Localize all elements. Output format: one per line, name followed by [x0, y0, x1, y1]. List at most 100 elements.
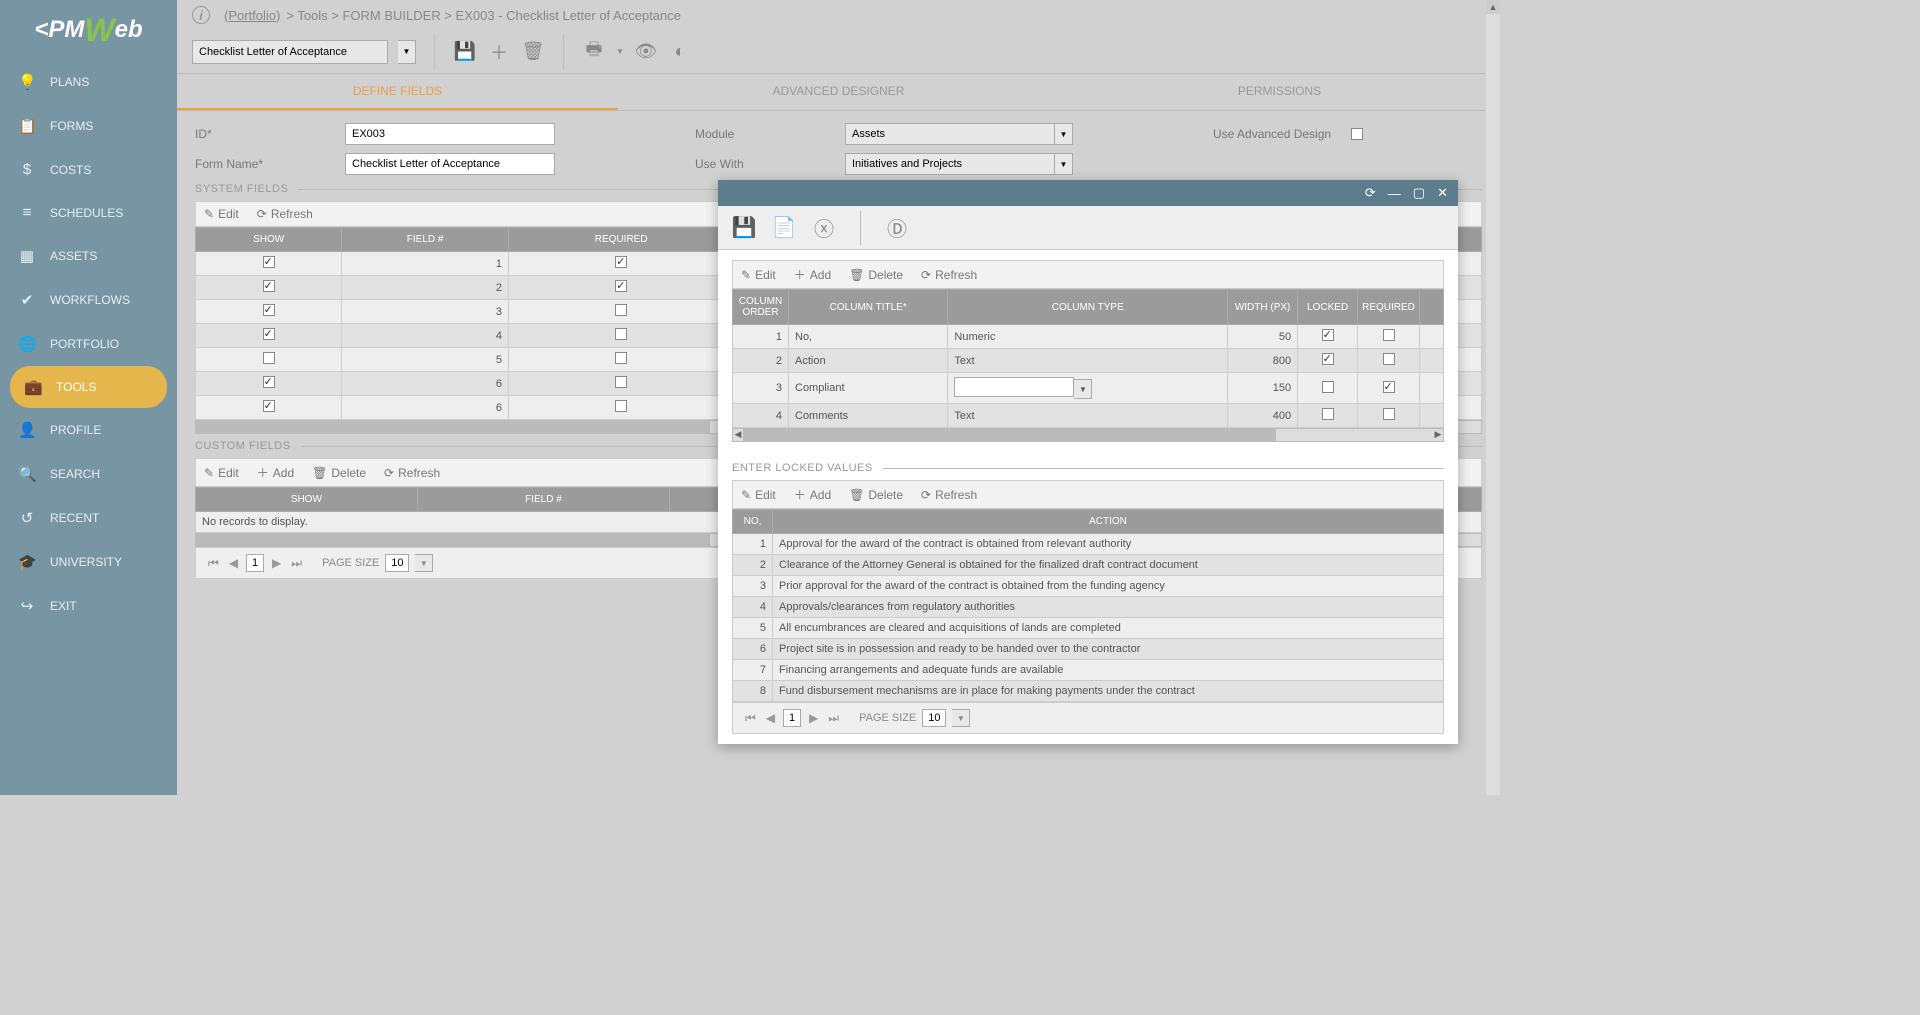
- breadcrumb-root[interactable]: (Portfolio): [224, 8, 280, 23]
- info-icon[interactable]: i: [192, 6, 210, 24]
- required-checkbox[interactable]: [1383, 408, 1395, 420]
- custom-refresh-button[interactable]: ⟳ Refresh: [384, 464, 440, 481]
- delete-icon[interactable]: 🗑: [521, 40, 545, 64]
- modal-cols-delete-button[interactable]: 🗑 Delete: [849, 266, 903, 283]
- modal-refresh-icon[interactable]: ⟳: [1365, 185, 1376, 201]
- sidebar-item-tools[interactable]: 💼TOOLS: [10, 366, 167, 408]
- locked-value-row[interactable]: 3Prior approval for the award of the con…: [733, 576, 1444, 597]
- scroll-up-icon[interactable]: ▲: [1486, 0, 1500, 14]
- show-checkbox[interactable]: [263, 256, 275, 268]
- save-icon[interactable]: 💾: [453, 40, 477, 64]
- locked-checkbox[interactable]: [1322, 381, 1334, 393]
- required-checkbox[interactable]: [1383, 353, 1395, 365]
- sidebar-item-forms[interactable]: 📋FORMS: [0, 104, 177, 148]
- show-checkbox[interactable]: [263, 280, 275, 292]
- pager-first-icon[interactable]: ⏮: [206, 556, 221, 571]
- sidebar-item-exit[interactable]: ↪EXIT: [0, 584, 177, 628]
- modal-pager-last-icon[interactable]: ⏭: [826, 711, 841, 726]
- form-selector-arrow[interactable]: ▼: [398, 40, 416, 64]
- column-row[interactable]: 2ActionText800: [733, 349, 1444, 373]
- pager-prev-icon[interactable]: ◀: [227, 556, 240, 570]
- sidebar-item-assets[interactable]: ▦ASSETS: [0, 234, 177, 278]
- locked-value-row[interactable]: 2Clearance of the Attorney General is ob…: [733, 555, 1444, 576]
- locked-value-row[interactable]: 4Approvals/clearances from regulatory au…: [733, 597, 1444, 618]
- column-row[interactable]: 3Compliant▼150: [733, 373, 1444, 404]
- modal-close-icon[interactable]: ✕: [1437, 185, 1448, 201]
- modal-locked-edit-button[interactable]: ✎ Edit: [741, 486, 776, 503]
- locked-value-row[interactable]: 6Project site is in possession and ready…: [733, 639, 1444, 660]
- modal-cancel-icon[interactable]: ⓧ: [812, 216, 836, 240]
- locked-value-row[interactable]: 7Financing arrangements and adequate fun…: [733, 660, 1444, 681]
- sys-refresh-button[interactable]: ⟳ Refresh: [257, 207, 313, 221]
- locked-checkbox[interactable]: [1322, 329, 1334, 341]
- required-checkbox[interactable]: [615, 376, 627, 388]
- locked-checkbox[interactable]: [1322, 408, 1334, 420]
- tab-permissions[interactable]: PERMISSIONS: [1059, 74, 1500, 110]
- tab-define-fields[interactable]: DEFINE FIELDS: [177, 74, 618, 110]
- locked-value-row[interactable]: 5All encumbrances are cleared and acquis…: [733, 618, 1444, 639]
- modal-export-icon[interactable]: 📄: [772, 216, 796, 240]
- column-type-dropdown-icon[interactable]: ▼: [1074, 379, 1092, 399]
- modal-pager-page-input[interactable]: [783, 709, 801, 727]
- required-checkbox[interactable]: [615, 328, 627, 340]
- required-checkbox[interactable]: [1383, 381, 1395, 393]
- eye-icon[interactable]: 👁: [634, 40, 658, 64]
- modal-page-size-input[interactable]: [922, 709, 946, 727]
- module-input[interactable]: [845, 123, 1055, 145]
- locked-value-row[interactable]: 1Approval for the award of the contract …: [733, 534, 1444, 555]
- sys-edit-button[interactable]: ✎ Edit: [204, 207, 239, 221]
- modal-locked-refresh-button[interactable]: ⟳ Refresh: [921, 486, 977, 503]
- modal-page-size-dropdown-icon[interactable]: ▼: [952, 709, 970, 727]
- modal-pager-prev-icon[interactable]: ◀: [764, 711, 777, 725]
- modal-maximize-icon[interactable]: ▢: [1413, 185, 1425, 201]
- id-input[interactable]: [345, 123, 555, 145]
- custom-delete-button[interactable]: 🗑 Delete: [312, 464, 366, 481]
- sidebar-item-university[interactable]: 🎓UNIVERSITY: [0, 540, 177, 584]
- tab-advanced-designer[interactable]: ADVANCED DESIGNER: [618, 74, 1059, 110]
- show-checkbox[interactable]: [263, 376, 275, 388]
- sidebar-item-recent[interactable]: ↺RECENT: [0, 496, 177, 540]
- sidebar-item-costs[interactable]: $COSTS: [0, 148, 177, 191]
- locked-checkbox[interactable]: [1322, 353, 1334, 365]
- modal-save-icon[interactable]: 💾: [732, 216, 756, 240]
- sidebar-item-schedules[interactable]: ≡SCHEDULES: [0, 191, 177, 234]
- toggle-icon[interactable]: ◐: [668, 40, 692, 64]
- column-row[interactable]: 1No,Numeric50: [733, 325, 1444, 349]
- required-checkbox[interactable]: [615, 400, 627, 412]
- sidebar-item-search[interactable]: 🔍SEARCH: [0, 452, 177, 496]
- pager-last-icon[interactable]: ⏭: [289, 556, 304, 571]
- required-checkbox[interactable]: [615, 352, 627, 364]
- sidebar-item-plans[interactable]: 💡PLANS: [0, 60, 177, 104]
- custom-edit-button[interactable]: ✎ Edit: [204, 464, 239, 481]
- sidebar-item-portfolio[interactable]: 🌐PORTFOLIO: [0, 322, 177, 366]
- advanced-checkbox[interactable]: [1351, 128, 1363, 140]
- column-type-combo[interactable]: [954, 377, 1074, 397]
- name-input[interactable]: [345, 153, 555, 175]
- required-checkbox[interactable]: [615, 280, 627, 292]
- modal-pager-next-icon[interactable]: ▶: [807, 711, 820, 725]
- show-checkbox[interactable]: [263, 304, 275, 316]
- sidebar-item-profile[interactable]: 👤PROFILE: [0, 408, 177, 452]
- right-scrollbar[interactable]: ▲: [1486, 0, 1500, 795]
- modal-minimize-icon[interactable]: —: [1388, 186, 1401, 201]
- print-dropdown-icon[interactable]: ▼: [616, 47, 624, 56]
- module-dropdown-icon[interactable]: ▼: [1055, 123, 1073, 145]
- modal-cols-refresh-button[interactable]: ⟳ Refresh: [921, 266, 977, 283]
- sidebar-item-workflows[interactable]: ✔WORKFLOWS: [0, 278, 177, 322]
- modal-pager-first-icon[interactable]: ⏮: [743, 711, 758, 726]
- show-checkbox[interactable]: [263, 400, 275, 412]
- modal-d-icon[interactable]: Ⓓ: [885, 216, 909, 240]
- modal-cols-add-button[interactable]: ＋ Add: [794, 266, 831, 283]
- pager-page-input[interactable]: [246, 554, 264, 572]
- page-size-dropdown-icon[interactable]: ▼: [415, 554, 433, 572]
- modal-cols-edit-button[interactable]: ✎ Edit: [741, 266, 776, 283]
- locked-value-row[interactable]: 8Fund disbursement mechanisms are in pla…: [733, 681, 1444, 702]
- page-size-input[interactable]: [385, 554, 409, 572]
- pager-next-icon[interactable]: ▶: [270, 556, 283, 570]
- custom-add-button[interactable]: ＋ Add: [257, 464, 294, 481]
- usewith-input[interactable]: [845, 153, 1055, 175]
- modal-cols-scrollbar[interactable]: ◀▶: [732, 428, 1444, 442]
- show-checkbox[interactable]: [263, 352, 275, 364]
- modal-locked-add-button[interactable]: ＋ Add: [794, 486, 831, 503]
- column-row[interactable]: 4CommentsText400: [733, 404, 1444, 428]
